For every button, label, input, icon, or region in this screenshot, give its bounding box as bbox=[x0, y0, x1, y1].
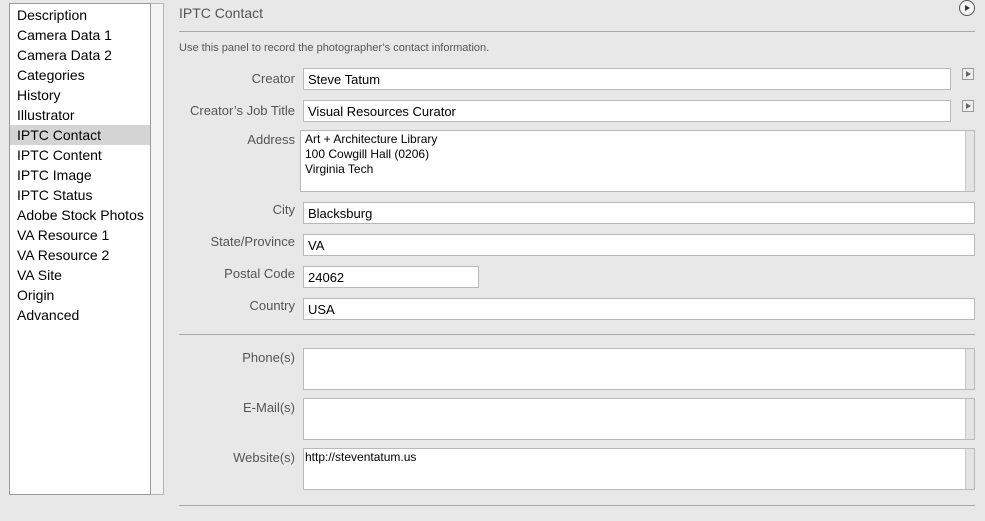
city-field[interactable] bbox=[303, 202, 975, 224]
category-list-items: Description Camera Data 1 Camera Data 2 Cat… bbox=[10, 4, 150, 494]
country-field[interactable] bbox=[303, 298, 975, 320]
sidebar-item-camera-data-1[interactable]: Camera Data 1 bbox=[10, 25, 150, 45]
creator-menu-button[interactable] bbox=[962, 68, 974, 80]
sidebar-item-iptc-content[interactable]: IPTC Content bbox=[10, 145, 150, 165]
creator-label: Creator bbox=[251, 71, 295, 86]
postal-code-label: Postal Code bbox=[224, 266, 295, 281]
panel-menu-icon[interactable] bbox=[959, 0, 975, 16]
section-divider bbox=[179, 334, 975, 335]
sidebar-item-history[interactable]: History bbox=[10, 85, 150, 105]
panel-title: IPTC Contact bbox=[179, 5, 264, 21]
panel-help-text: Use this panel to record the photographe… bbox=[179, 42, 490, 54]
country-label: Country bbox=[249, 298, 295, 313]
websites-value: http://steventatum.us bbox=[305, 450, 417, 464]
sidebar-item-advanced[interactable]: Advanced bbox=[10, 305, 150, 325]
city-label: City bbox=[272, 202, 295, 217]
job-title-menu-button[interactable] bbox=[962, 100, 974, 112]
job-title-label: Creator’s Job Title bbox=[189, 103, 295, 118]
state-field[interactable] bbox=[303, 234, 975, 256]
address-field[interactable]: Art + Architecture Library 100 Cowgill H… bbox=[300, 130, 975, 192]
triangle-right-icon bbox=[966, 71, 971, 77]
category-list[interactable]: Description Camera Data 1 Camera Data 2 Cat… bbox=[9, 3, 151, 495]
address-line-1: Art + Architecture Library bbox=[305, 132, 438, 146]
sidebar-item-adobe-stock-photos[interactable]: Adobe Stock Photos bbox=[10, 205, 150, 225]
sidebar-item-origin[interactable]: Origin bbox=[10, 285, 150, 305]
sidebar-item-categories[interactable]: Categories bbox=[10, 65, 150, 85]
sidebar-item-va-resource-2[interactable]: VA Resource 2 bbox=[10, 245, 150, 265]
address-line-3: Virginia Tech bbox=[305, 162, 374, 176]
creator-field[interactable] bbox=[303, 68, 951, 90]
state-label: State/Province bbox=[210, 234, 295, 249]
emails-label: E-Mail(s) bbox=[243, 400, 295, 415]
websites-label: Website(s) bbox=[233, 450, 295, 465]
sidebar-item-illustrator[interactable]: Illustrator bbox=[10, 105, 150, 125]
category-list-scrollbar[interactable] bbox=[151, 3, 164, 495]
emails-field[interactable] bbox=[303, 398, 975, 440]
sidebar-item-iptc-image[interactable]: IPTC Image bbox=[10, 165, 150, 185]
phones-scrollbar[interactable] bbox=[965, 349, 974, 389]
phones-field[interactable] bbox=[303, 348, 975, 390]
sidebar-item-iptc-status[interactable]: IPTC Status bbox=[10, 185, 150, 205]
sidebar-item-va-resource-1[interactable]: VA Resource 1 bbox=[10, 225, 150, 245]
header-divider bbox=[179, 31, 975, 32]
sidebar-item-iptc-contact[interactable]: IPTC Contact bbox=[10, 125, 150, 145]
address-scrollbar[interactable] bbox=[965, 131, 974, 191]
websites-scrollbar[interactable] bbox=[965, 449, 974, 489]
websites-field[interactable]: http://steventatum.us bbox=[303, 448, 975, 490]
sidebar-item-va-site[interactable]: VA Site bbox=[10, 265, 150, 285]
sidebar-item-camera-data-2[interactable]: Camera Data 2 bbox=[10, 45, 150, 65]
triangle-right-icon bbox=[966, 103, 971, 109]
address-label: Address bbox=[247, 132, 295, 147]
phones-label: Phone(s) bbox=[242, 350, 295, 365]
footer-divider bbox=[179, 505, 975, 506]
address-line-2: 100 Cowgill Hall (0206) bbox=[305, 147, 430, 161]
emails-scrollbar[interactable] bbox=[965, 399, 974, 439]
postal-code-field[interactable] bbox=[303, 266, 479, 288]
sidebar-item-description[interactable]: Description bbox=[10, 5, 150, 25]
job-title-field[interactable] bbox=[303, 100, 951, 122]
